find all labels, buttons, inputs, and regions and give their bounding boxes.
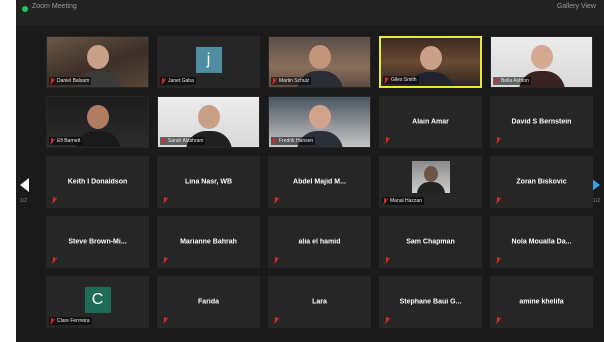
participant-name-tag: Efi Barnett	[49, 137, 83, 145]
participant-name: Keith I Donaldson	[67, 178, 128, 186]
participant-name: Giles Smith	[391, 77, 417, 83]
participant-name: amine khelifa	[519, 298, 564, 306]
participant-name-tag: Fredrik Hansen	[271, 137, 316, 145]
muted-mic-icon	[384, 137, 390, 144]
participant-name-tag: Giles Smith	[383, 76, 419, 84]
muted-mic-icon	[271, 77, 277, 85]
participant-name: Daniel Balsam	[57, 78, 90, 84]
participant-name: Farida	[197, 298, 219, 306]
muted-mic-icon	[384, 257, 390, 264]
participant-tile[interactable]: amine khelifa	[490, 276, 593, 328]
participant-name: Manal Hazzan	[390, 198, 422, 204]
muted-mic-icon	[384, 317, 390, 324]
view-toggle-button[interactable]: Gallery View	[557, 3, 596, 10]
participant-tile[interactable]: Fredrik Hansen	[268, 96, 371, 148]
connection-status-icon	[22, 6, 28, 12]
participant-avatar: C	[84, 286, 111, 313]
muted-mic-icon	[383, 76, 389, 84]
participant-tile[interactable]: Sarah Alzahrani	[157, 96, 260, 148]
participant-gallery: Daniel Balsam j Janet Gaba Martin Schulz Gil…	[46, 36, 601, 332]
participant-tile[interactable]: Lina Nasr, WB	[157, 156, 260, 208]
participant-tile[interactable]: Abdel Majid M...	[268, 156, 371, 208]
participant-tile[interactable]: Alain Amar	[379, 96, 482, 148]
participant-tile[interactable]: Bella Ashton	[490, 36, 593, 88]
participant-tile[interactable]: Lara	[268, 276, 371, 328]
participant-tile[interactable]: Sam Chapman	[379, 216, 482, 268]
muted-mic-icon	[495, 257, 501, 264]
participant-tile[interactable]: Steve Brown-Mi...	[46, 216, 149, 268]
muted-mic-icon	[51, 257, 57, 264]
muted-mic-icon	[495, 317, 501, 324]
participant-name-tag: Janet Gaba	[160, 77, 196, 85]
participant-name-tag: Daniel Balsam	[49, 77, 92, 85]
participant-name: Abdel Majid M...	[293, 178, 346, 186]
participant-tile[interactable]: Manal Hazzan	[379, 156, 482, 208]
zoom-window: Zoom Meeting Gallery View 1/2 1/2 Daniel…	[16, 0, 604, 342]
muted-mic-icon	[382, 197, 388, 205]
participant-profile-photo	[411, 161, 450, 193]
participant-tile[interactable]: Nola Moualla Da...	[490, 216, 593, 268]
muted-mic-icon	[49, 77, 55, 85]
muted-mic-icon	[51, 197, 57, 204]
participant-name: Janet Gaba	[168, 78, 194, 84]
participant-name-tag: Martin Schulz	[271, 77, 312, 85]
participant-name-tag: Clare Ferrreira	[49, 317, 92, 325]
muted-mic-icon	[162, 197, 168, 204]
participant-name: Clare Ferrreira	[57, 318, 90, 324]
participant-name-tag: Bella Ashton	[493, 77, 531, 85]
participant-tile[interactable]: j Janet Gaba	[157, 36, 260, 88]
participant-name: Nola Moualla Da...	[511, 238, 572, 246]
participant-name: Stephane Baui G...	[399, 298, 462, 306]
participant-name: Zoran Biskovic	[516, 178, 567, 186]
muted-mic-icon	[162, 257, 168, 264]
muted-mic-icon	[493, 77, 499, 85]
muted-mic-icon	[273, 197, 279, 204]
participant-name: Sarah Alzahrani	[168, 138, 204, 144]
title-bar: Zoom Meeting Gallery View	[16, 0, 604, 26]
participant-tile[interactable]: Zoran Biskovic	[490, 156, 593, 208]
participant-tile[interactable]: Marianne Bahrah	[157, 216, 260, 268]
previous-page-arrow-icon[interactable]	[20, 178, 29, 192]
participant-tile[interactable]: Martin Schulz	[268, 36, 371, 88]
participant-name: Bella Ashton	[501, 78, 529, 84]
previous-page-label: 1/2	[20, 198, 27, 204]
participant-name: Efi Barnett	[57, 138, 81, 144]
muted-mic-icon	[160, 137, 166, 145]
participant-name: Sam Chapman	[406, 238, 455, 246]
window-title: Zoom Meeting	[32, 3, 77, 10]
muted-mic-icon	[495, 197, 501, 204]
participant-name: Lina Nasr, WB	[184, 178, 233, 186]
participant-name: alia el hamid	[298, 238, 341, 246]
participant-name-tag: Sarah Alzahrani	[160, 137, 206, 145]
participant-tile[interactable]: Keith I Donaldson	[46, 156, 149, 208]
participant-tile[interactable]: Giles Smith	[379, 36, 482, 88]
participant-avatar: j	[195, 46, 222, 73]
participant-name: Fredrik Hansen	[279, 138, 314, 144]
muted-mic-icon	[495, 137, 501, 144]
muted-mic-icon	[273, 317, 279, 324]
muted-mic-icon	[160, 77, 166, 85]
participant-tile[interactable]: David S Bernstein	[490, 96, 593, 148]
muted-mic-icon	[273, 257, 279, 264]
participant-name: David S Bernstein	[511, 118, 572, 126]
muted-mic-icon	[162, 317, 168, 324]
muted-mic-icon	[271, 137, 277, 145]
participant-name: Martin Schulz	[279, 78, 310, 84]
muted-mic-icon	[49, 317, 55, 325]
participant-tile[interactable]: Stephane Baui G...	[379, 276, 482, 328]
participant-tile[interactable]: C Clare Ferrreira	[46, 276, 149, 328]
participant-name: Alain Amar	[412, 118, 449, 126]
participant-tile[interactable]: alia el hamid	[268, 216, 371, 268]
participant-tile[interactable]: Daniel Balsam	[46, 36, 149, 88]
participant-name-tag: Manal Hazzan	[382, 197, 424, 205]
participant-tile[interactable]: Farida	[157, 276, 260, 328]
participant-name: Marianne Bahrah	[180, 238, 237, 246]
participant-name: Steve Brown-Mi...	[68, 238, 127, 246]
participant-name: Lara	[312, 298, 327, 306]
muted-mic-icon	[49, 137, 55, 145]
participant-tile[interactable]: Efi Barnett	[46, 96, 149, 148]
